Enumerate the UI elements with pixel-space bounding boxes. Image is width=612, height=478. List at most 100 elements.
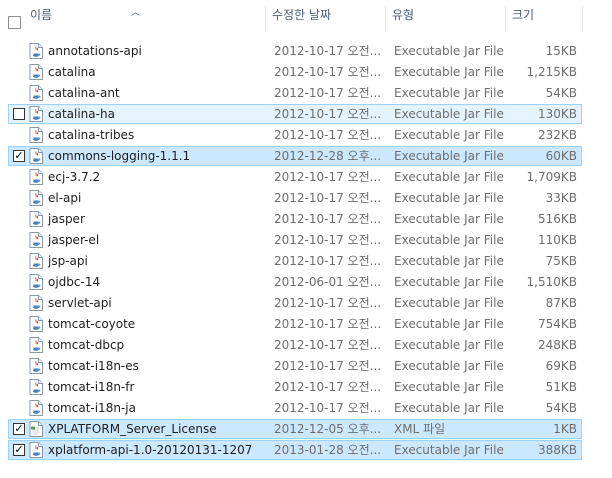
file-date: 2012-12-28 오후...	[274, 149, 382, 163]
file-date: 2012-10-17 오전...	[274, 65, 382, 79]
file-type: Executable Jar File	[394, 359, 504, 373]
file-date: 2012-10-17 오전...	[274, 233, 382, 247]
file-type: Executable Jar File	[394, 128, 504, 142]
file-row[interactable]: ojdbc-14 2012-06-01 오전... Executable Jar F…	[8, 272, 582, 292]
file-size: 69KB	[545, 359, 577, 373]
file-date: 2012-10-17 오전...	[274, 212, 382, 226]
file-type: Executable Jar File	[394, 170, 504, 184]
column-divider[interactable]	[582, 6, 583, 30]
column-header-date[interactable]: 수정한 날짜	[266, 0, 385, 33]
file-size: 1KB	[553, 422, 577, 436]
jar-file-icon	[29, 337, 43, 353]
jar-file-icon	[29, 43, 43, 59]
file-name: tomcat-i18n-ja	[48, 401, 136, 415]
file-date: 2012-10-17 오전...	[274, 338, 382, 352]
file-name: jsp-api	[48, 254, 88, 268]
file-row[interactable]: ✓ xplatform-api-1.0-20120131-1207 2013-01-…	[8, 440, 582, 460]
jar-file-icon	[29, 211, 43, 227]
file-row[interactable]: catalina-ant 2012-10-17 오전... Executable J…	[8, 83, 582, 103]
file-name: annotations-api	[48, 44, 142, 58]
jar-file-icon	[29, 190, 43, 206]
file-row[interactable]: jasper 2012-10-17 오전... Executable Jar Fil…	[8, 209, 582, 229]
file-row[interactable]: tomcat-dbcp 2012-10-17 오전... Executable Ja…	[8, 335, 582, 355]
column-header-bar: ︿ 이름 수정한 날짜 유형 크기	[0, 0, 612, 33]
jar-file-icon	[29, 148, 43, 164]
jar-file-icon	[29, 106, 43, 122]
file-name: xplatform-api-1.0-20120131-1207	[48, 443, 253, 457]
file-date: 2012-10-17 오전...	[274, 254, 382, 268]
file-name: catalina-tribes	[48, 128, 135, 142]
jar-file-icon	[29, 379, 43, 395]
select-all-checkbox[interactable]	[8, 16, 21, 29]
file-size: 130KB	[537, 107, 577, 121]
file-name: tomcat-dbcp	[48, 338, 125, 352]
file-size: 1,510KB	[526, 275, 577, 289]
row-checkbox[interactable]: ✓	[13, 150, 25, 162]
row-checkbox[interactable]	[13, 108, 25, 120]
file-date: 2012-10-17 오전...	[274, 107, 382, 121]
file-row[interactable]: ✓ commons-logging-1.1.1 2012-12-28 오후... Ex…	[8, 146, 582, 166]
row-checkbox[interactable]: ✓	[13, 444, 25, 456]
file-type: Executable Jar File	[394, 65, 504, 79]
file-date: 2012-10-17 오전...	[274, 44, 382, 58]
jar-file-icon	[29, 232, 43, 248]
file-row[interactable]: tomcat-i18n-es 2012-10-17 오전... Executable…	[8, 356, 582, 376]
file-name: tomcat-i18n-fr	[48, 380, 135, 394]
file-size: 754KB	[537, 317, 577, 331]
file-name: servlet-api	[48, 296, 112, 310]
file-date: 2013-01-28 오전...	[274, 443, 382, 457]
file-size: 388KB	[537, 443, 577, 457]
file-type: Executable Jar File	[394, 191, 504, 205]
file-row[interactable]: catalina-tribes 2012-10-17 오전... Executabl…	[8, 125, 582, 145]
file-row[interactable]: ecj-3.7.2 2012-10-17 오전... Executable Jar …	[8, 167, 582, 187]
file-type: Executable Jar File	[394, 254, 504, 268]
file-size: 60KB	[545, 149, 577, 163]
file-date: 2012-10-17 오전...	[274, 86, 382, 100]
file-row[interactable]: ✓ XPLATFORM_Server_License 2012-12-05 오후..…	[8, 419, 582, 439]
file-name: ojdbc-14	[48, 275, 101, 289]
file-row[interactable]: tomcat-i18n-fr 2012-10-17 오전... Executable…	[8, 377, 582, 397]
file-size: 75KB	[545, 254, 577, 268]
file-row[interactable]: catalina-ha 2012-10-17 오전... Executable Ja…	[8, 104, 582, 124]
file-size: 54KB	[545, 86, 577, 100]
file-type: Executable Jar File	[394, 149, 504, 163]
file-date: 2012-10-17 오전...	[274, 380, 382, 394]
file-size: 110KB	[537, 233, 577, 247]
file-date: 2012-10-17 오전...	[274, 170, 382, 184]
file-size: 33KB	[545, 191, 577, 205]
row-checkbox[interactable]: ✓	[13, 423, 25, 435]
file-type: Executable Jar File	[394, 380, 504, 394]
file-row[interactable]: tomcat-coyote 2012-10-17 오전... Executable …	[8, 314, 582, 334]
file-size: 51KB	[545, 380, 577, 394]
file-row[interactable]: annotations-api 2012-10-17 오전... Executabl…	[8, 41, 582, 61]
file-date: 2012-12-05 오후...	[274, 422, 382, 436]
column-header-size[interactable]: 크기	[506, 0, 582, 33]
file-type: Executable Jar File	[394, 212, 504, 226]
file-row[interactable]: jsp-api 2012-10-17 오전... Executable Jar Fi…	[8, 251, 582, 271]
file-row[interactable]: el-api 2012-10-17 오전... Executable Jar Fil…	[8, 188, 582, 208]
jar-file-icon	[29, 295, 43, 311]
file-type: Executable Jar File	[394, 233, 504, 247]
file-size: 54KB	[545, 401, 577, 415]
jar-file-icon	[29, 253, 43, 269]
jar-file-icon	[29, 85, 43, 101]
file-type: Executable Jar File	[394, 44, 504, 58]
file-name: commons-logging-1.1.1	[48, 149, 191, 163]
file-date: 2012-10-17 오전...	[274, 191, 382, 205]
file-size: 1,709KB	[526, 170, 577, 184]
jar-file-icon	[29, 400, 43, 416]
file-date: 2012-10-17 오전...	[274, 359, 382, 373]
file-name: jasper-el	[48, 233, 100, 247]
jar-file-icon	[29, 274, 43, 290]
jar-file-icon	[29, 442, 43, 458]
file-row[interactable]: servlet-api 2012-10-17 오전... Executable Ja…	[8, 293, 582, 313]
file-size: 87KB	[545, 296, 577, 310]
file-row[interactable]: jasper-el 2012-10-17 오전... Executable Jar …	[8, 230, 582, 250]
file-size: 1,215KB	[526, 65, 577, 79]
file-row[interactable]: tomcat-i18n-ja 2012-10-17 오전... Executable…	[8, 398, 582, 418]
column-header-type[interactable]: 유형	[386, 0, 505, 33]
file-name: jasper	[48, 212, 85, 226]
column-header-name[interactable]: 이름	[24, 0, 264, 33]
file-row[interactable]: catalina 2012-10-17 오전... Executable Jar F…	[8, 62, 582, 82]
file-type: Executable Jar File	[394, 107, 504, 121]
